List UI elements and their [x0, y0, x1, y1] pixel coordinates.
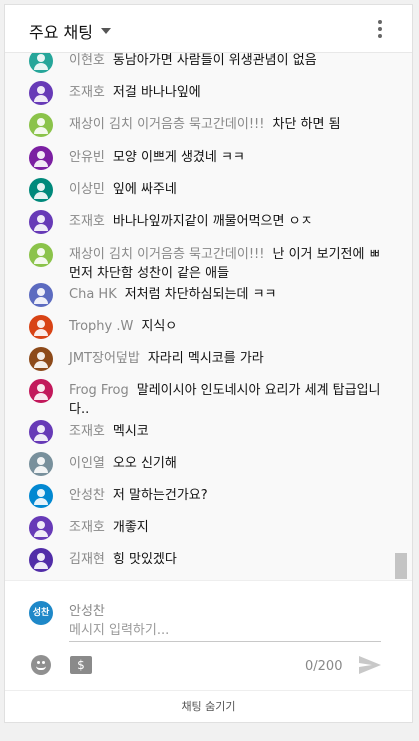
avatar[interactable] — [29, 210, 53, 234]
message-author[interactable]: Trophy .W — [69, 319, 133, 334]
message-text: 저걸 바나나잎에 — [112, 85, 201, 100]
message-text: 동남아가면 사람들이 위생관념이 없음 — [112, 53, 317, 68]
avatar: 성찬 — [29, 601, 53, 625]
avatar[interactable] — [29, 315, 53, 339]
message-text: 멕시코 — [112, 424, 149, 439]
message-author[interactable]: 이상민 — [69, 182, 105, 197]
avatar[interactable] — [29, 420, 53, 444]
avatar[interactable] — [29, 452, 53, 476]
message-author[interactable]: 조재호 — [69, 85, 105, 100]
chat-mode-label: 주요 채팅 — [29, 23, 93, 42]
message-text: 저처럼 차단하심되는데 ㅋㅋ — [124, 287, 277, 302]
message-author[interactable]: 조재호 — [69, 424, 105, 439]
avatar[interactable] — [29, 53, 53, 73]
caret-down-icon — [100, 28, 111, 34]
avatar[interactable] — [29, 516, 53, 540]
message-author[interactable]: Frog Frog — [69, 383, 129, 398]
message-text: 지식ㅇ — [141, 319, 178, 334]
message-text: 힝 맛있겠다 — [112, 552, 177, 567]
emoji-icon[interactable] — [31, 655, 51, 675]
avatar[interactable] — [29, 243, 53, 267]
scrollbar-thumb[interactable] — [395, 553, 407, 579]
live-chat-panel: 주요 채팅 이현호 동남아가면 사람들이 위생관념이 없음조재호 저걸 바나나잎에재… — [4, 4, 413, 723]
message-author[interactable]: 재상이 김치 이거음층 묵고간데이!!! — [69, 117, 264, 132]
hide-chat-button[interactable]: 채팅 숨기기 — [5, 690, 412, 723]
message-text: 모양 이쁘게 생겼네 ㅋㅋ — [112, 150, 245, 165]
avatar[interactable] — [29, 81, 53, 105]
send-icon[interactable] — [358, 655, 382, 675]
message-author[interactable]: 김재현 — [69, 552, 105, 567]
chat-input-area: 성찬 안성찬 $ 0/200 — [5, 580, 412, 690]
message-author[interactable]: 이인열 — [69, 456, 105, 471]
avatar[interactable] — [29, 178, 53, 202]
avatar[interactable] — [29, 347, 53, 371]
message-text: 바나나잎까지같이 깨물어먹으면 ㅇㅈ — [112, 214, 313, 229]
avatar[interactable] — [29, 484, 53, 508]
current-user-name: 안성찬 — [69, 604, 105, 619]
chat-header: 주요 채팅 — [5, 5, 412, 53]
message-author[interactable]: 안유빈 — [69, 150, 105, 165]
message-author[interactable]: JMT장어덮밥 — [69, 351, 140, 366]
message-text: 오오 신기해 — [112, 456, 177, 471]
message-author[interactable]: 재상이 김치 이거음층 묵고간데이!!! — [69, 247, 264, 262]
message-text: 자라리 멕시코를 가라 — [147, 351, 264, 366]
message-author[interactable]: 안성찬 — [69, 488, 105, 503]
chat-scrollbar[interactable] — [395, 53, 407, 580]
message-text: 차단 하면 됨 — [272, 117, 341, 132]
super-chat-icon[interactable]: $ — [70, 656, 92, 674]
chat-mode-dropdown[interactable]: 주요 채팅 — [29, 19, 111, 43]
avatar[interactable] — [29, 548, 53, 572]
char-counter: 0/200 — [305, 659, 343, 674]
chat-message-list[interactable]: 이현호 동남아가면 사람들이 위생관념이 없음조재호 저걸 바나나잎에재상이 김치 … — [5, 53, 412, 580]
avatar[interactable] — [29, 113, 53, 137]
more-vert-icon[interactable] — [372, 19, 388, 39]
message-author[interactable]: 이현호 — [69, 53, 105, 68]
avatar[interactable] — [29, 283, 53, 307]
avatar[interactable] — [29, 379, 53, 403]
message-author[interactable]: 조재호 — [69, 520, 105, 535]
message-text: 잎에 싸주네 — [112, 182, 177, 197]
message-text: 저 말하는건가요? — [112, 488, 208, 503]
message-text: 개좋지 — [112, 520, 149, 535]
avatar[interactable] — [29, 146, 53, 170]
message-author[interactable]: 조재호 — [69, 214, 105, 229]
message-input[interactable] — [69, 619, 381, 642]
message-author[interactable]: Cha HK — [69, 287, 117, 302]
